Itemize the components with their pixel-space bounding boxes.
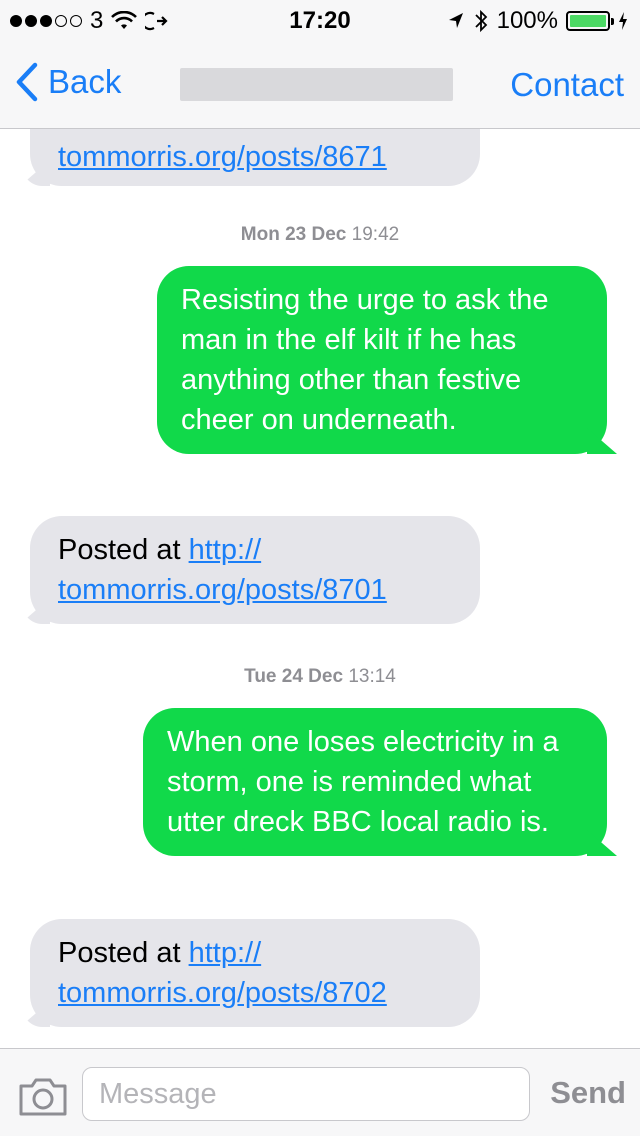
message-prefix: Posted at: [58, 937, 189, 969]
battery-percent: 100%: [496, 7, 558, 34]
message-link[interactable]: tommorris.org/posts/8702: [58, 977, 387, 1009]
status-bar: 3 17:20 100%: [0, 0, 640, 40]
message-bubble-outgoing: When one loses electricity in a storm, o…: [143, 708, 607, 856]
chevron-left-icon: [16, 62, 38, 102]
timestamp-day: Mon 23 Dec: [240, 224, 347, 245]
message-bubble-incoming: tommorris.org/posts/8671: [30, 129, 480, 186]
message-input[interactable]: [82, 1067, 530, 1121]
compose-bar: Send: [0, 1048, 640, 1136]
top-bar: 3 17:20 100% Back Contact: [0, 0, 640, 129]
message-link[interactable]: http://: [189, 534, 262, 566]
timestamp: Mon 23 Dec 19:42: [0, 224, 640, 246]
timestamp: Tue 24 Dec 13:14: [0, 666, 640, 688]
timestamp-day: Tue 24 Dec: [244, 666, 344, 687]
message-thread[interactable]: tommorris.org/posts/8671 Mon 23 Dec 19:4…: [0, 129, 640, 1048]
timestamp-time: 13:14: [348, 666, 396, 687]
status-right: 100%: [447, 7, 628, 35]
bluetooth-icon: [474, 9, 487, 33]
message-bubble-incoming: Posted at http:// tommorris.org/posts/87…: [30, 516, 480, 624]
message-bubble-incoming: Posted at http:// tommorris.org/posts/87…: [30, 919, 480, 1027]
back-button[interactable]: Back: [14, 62, 121, 102]
message-prefix: Posted at: [58, 534, 189, 566]
camera-icon[interactable]: [18, 1077, 68, 1117]
contact-button[interactable]: Contact: [510, 66, 624, 104]
back-label: Back: [48, 63, 122, 100]
battery-icon: [566, 11, 614, 31]
nav-bar: Back Contact: [0, 40, 640, 129]
timestamp-time: 19:42: [351, 224, 400, 245]
message-link[interactable]: http://: [189, 937, 262, 969]
conversation-title-redacted: [180, 68, 453, 101]
message-link[interactable]: tommorris.org/posts/8671: [58, 141, 387, 173]
message-link[interactable]: tommorris.org/posts/8701: [58, 574, 387, 606]
send-button[interactable]: Send: [550, 1075, 626, 1111]
message-bubble-outgoing: Resisting the urge to ask the man in the…: [157, 266, 607, 454]
location-icon: [448, 13, 463, 28]
charging-icon: [619, 12, 627, 30]
